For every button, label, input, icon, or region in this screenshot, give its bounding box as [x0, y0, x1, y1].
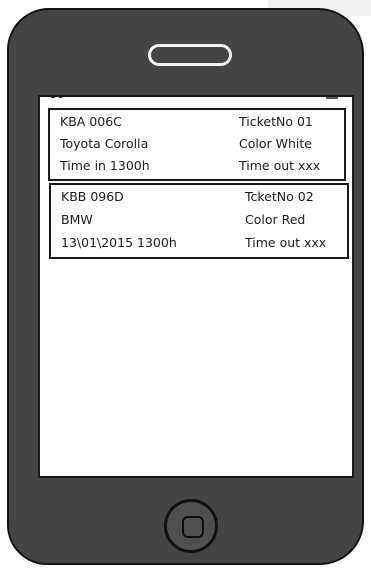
- time-out: Time out xxx: [239, 158, 321, 173]
- home-button[interactable]: [164, 499, 218, 553]
- phone-frame: 30 KBA 006C TicketNo 01 Toyota Corolla C…: [7, 8, 364, 565]
- car-color: Color White: [239, 136, 312, 151]
- car-color: Color Red: [245, 212, 306, 227]
- home-square-icon: [182, 516, 204, 538]
- status-bar: 30: [40, 97, 352, 107]
- status-time: 30: [50, 95, 64, 101]
- ticket-card[interactable]: KBB 096D TcketNo 02 BMW Color Red 13\01\…: [49, 183, 349, 259]
- plate-number: KBB 096D: [61, 189, 124, 204]
- time-in: Time in 1300h: [60, 158, 150, 173]
- speaker-slot: [148, 44, 232, 66]
- ticket-card[interactable]: KBA 006C TicketNo 01 Toyota Corolla Colo…: [48, 108, 346, 181]
- phone-screen: 30 KBA 006C TicketNo 01 Toyota Corolla C…: [38, 95, 354, 478]
- ticket-number: TcketNo 02: [245, 189, 314, 204]
- car-model: Toyota Corolla: [60, 136, 149, 151]
- car-model: BMW: [61, 212, 93, 227]
- time-in: 13\01\2015 1300h: [61, 235, 177, 250]
- ticket-number: TicketNo 01: [239, 114, 313, 129]
- time-out: Time out xxx: [245, 235, 327, 250]
- battery-icon: [326, 97, 338, 99]
- plate-number: KBA 006C: [60, 114, 122, 129]
